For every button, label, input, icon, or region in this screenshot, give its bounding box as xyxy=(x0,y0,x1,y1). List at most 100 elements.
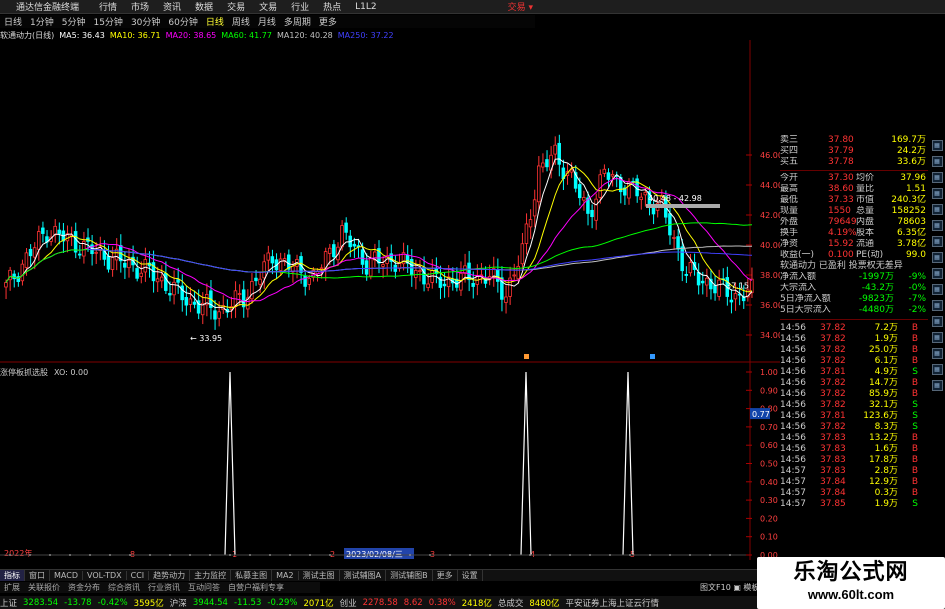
menu-item[interactable]: 数据 xyxy=(188,0,220,13)
chart-icon[interactable]: ▦ xyxy=(931,332,943,343)
period-tab[interactable]: 多周期 xyxy=(280,15,315,28)
candle-body xyxy=(577,184,582,199)
chart-icon[interactable]: ▦ xyxy=(931,188,943,199)
indicator-tab[interactable]: 测试主图 xyxy=(299,570,340,581)
chart-icon[interactable]: ▦ xyxy=(931,172,943,183)
extension-tab[interactable]: 关联报价 xyxy=(24,582,64,593)
stat-row: 换手 4.19% 股本 6.35亿 xyxy=(780,228,928,239)
chart-icon[interactable]: ▦ xyxy=(931,236,943,247)
menu-item[interactable]: 文易 xyxy=(252,0,284,13)
ma-label: MA5: 36.43 xyxy=(59,30,105,40)
indicator-tab[interactable]: 设置 xyxy=(458,570,483,581)
indicator-tab[interactable]: CCI xyxy=(127,571,150,580)
period-tab[interactable]: 1分钟 xyxy=(26,15,58,28)
candle-body xyxy=(340,225,344,248)
stat-key: 最低 xyxy=(780,195,799,205)
chart-icon[interactable]: ▦ xyxy=(931,268,943,279)
menu-item[interactable]: L1L2 xyxy=(348,2,383,12)
menu-item[interactable]: 市场 xyxy=(124,0,156,13)
baseline-dot xyxy=(589,554,591,556)
chart-icon[interactable]: ▦ xyxy=(931,364,943,375)
candle-body xyxy=(307,278,311,285)
indicator-tab[interactable]: 私募主图 xyxy=(231,570,273,581)
period-tab[interactable]: 周线 xyxy=(228,15,254,28)
f10-template-label[interactable]: 图文F10 ▣ 模板 xyxy=(700,582,759,593)
indicator-tab[interactable]: VOL-TDX xyxy=(83,571,127,580)
candle-body xyxy=(94,251,98,254)
chart-icon[interactable]: ▦ xyxy=(931,348,943,359)
period-tab[interactable]: 60分钟 xyxy=(164,15,201,28)
indicator-tab[interactable]: 趋势动力 xyxy=(149,570,191,581)
divider xyxy=(780,319,928,320)
indicator-tab[interactable]: 更多 xyxy=(433,570,458,581)
axis-tick-label: 40.00 xyxy=(760,241,780,250)
chart-icon[interactable]: ▦ xyxy=(931,156,943,167)
period-tab[interactable]: 15分钟 xyxy=(89,15,126,28)
indicator-tab[interactable]: 窗口 xyxy=(25,570,50,581)
menu-item[interactable]: 交易 xyxy=(220,0,252,13)
axis-tick-label: 0.20 xyxy=(760,514,778,523)
indicator-tab[interactable]: MA2 xyxy=(272,571,299,580)
event-marker[interactable] xyxy=(650,354,655,359)
stat-value: 158252 xyxy=(891,206,926,216)
axis-tick-label: 0.60 xyxy=(760,441,778,450)
status-item: 总成交 xyxy=(497,598,524,609)
chart-icon[interactable]: ▦ xyxy=(931,220,943,231)
baseline-dot xyxy=(709,554,711,556)
axis-tick-label: 0.70 xyxy=(760,423,778,432)
candle-body xyxy=(717,279,721,297)
trade-menu-button[interactable]: 交易 ▾ xyxy=(508,0,533,13)
indicator-tab[interactable]: 测试辅图A xyxy=(340,570,387,581)
tick-price: 37.82 xyxy=(820,345,846,355)
status-item: 创业 xyxy=(339,598,357,609)
chart-icon[interactable]: ▦ xyxy=(931,284,943,295)
indicator-tab[interactable]: 主力监控 xyxy=(190,570,232,581)
stat-value: 37.30 xyxy=(828,173,854,183)
candle-body xyxy=(729,299,734,303)
tick-price: 37.82 xyxy=(820,356,846,366)
chart-icon[interactable]: ▦ xyxy=(931,316,943,327)
tick-volume: 1.6万 xyxy=(874,444,898,454)
ma-label: MA120: 40.28 xyxy=(276,30,333,40)
period-tab[interactable]: 月线 xyxy=(254,15,280,28)
baseline-dot xyxy=(309,554,311,556)
extension-tab[interactable]: 扩展 xyxy=(0,582,24,593)
kline-chart[interactable]: 46.00 44.00 42.00 40.00 38.00 36.00 34.00 1.00 0… xyxy=(0,40,780,560)
period-tab[interactable]: 日线 xyxy=(202,15,228,28)
stat-value: 0.100 xyxy=(828,250,854,260)
extension-tabs: 扩展 关联报价 资金分布 综合资讯 行业资讯 互动问答 自营户福利专享 xyxy=(0,582,320,593)
tick-side: B xyxy=(911,488,918,498)
menu-item[interactable]: 热点 xyxy=(316,0,348,13)
period-tab[interactable]: 5分钟 xyxy=(58,15,90,28)
extension-tab[interactable]: 自营户福利专享 xyxy=(224,582,288,593)
indicator-tab[interactable]: 测试辅图B xyxy=(386,570,433,581)
stat-value: 37.33 xyxy=(828,195,854,205)
chart-icon[interactable]: ▦ xyxy=(931,252,943,263)
period-tab[interactable]: 日线 xyxy=(0,15,26,28)
axis-tick-label: 34.00 xyxy=(760,331,780,340)
period-tab[interactable]: 更多 xyxy=(315,15,341,28)
indicator-tab[interactable]: MACD xyxy=(50,571,83,580)
chart-icon[interactable]: ▦ xyxy=(931,204,943,215)
menu-item[interactable]: 资讯 xyxy=(156,0,188,13)
chart-icon[interactable]: ▦ xyxy=(931,380,943,391)
bid-volume: 33.6万 xyxy=(896,157,926,167)
candle-body xyxy=(684,274,689,276)
chart-icon[interactable]: ▦ xyxy=(931,140,943,151)
extension-tab[interactable]: 行业资讯 xyxy=(144,582,184,593)
status-item: 3595亿 xyxy=(133,598,164,609)
menu-item[interactable]: 行情 xyxy=(92,0,124,13)
extension-tab[interactable]: 综合资讯 xyxy=(104,582,144,593)
extension-tab[interactable]: 互动问答 xyxy=(184,582,224,593)
status-item: 平安证券上海上证云行情 xyxy=(565,598,660,609)
period-tab[interactable]: 30分钟 xyxy=(127,15,164,28)
tick-side: B xyxy=(911,334,918,344)
candle-body xyxy=(327,247,332,254)
tick-price: 37.82 xyxy=(820,422,846,432)
indicator-tab[interactable]: 指标 xyxy=(0,570,25,581)
candle-body xyxy=(528,219,533,228)
chart-icon[interactable]: ▦ xyxy=(931,300,943,311)
extension-tab[interactable]: 资金分布 xyxy=(64,582,104,593)
event-marker[interactable] xyxy=(524,354,529,359)
menu-item[interactable]: 行业 xyxy=(284,0,316,13)
